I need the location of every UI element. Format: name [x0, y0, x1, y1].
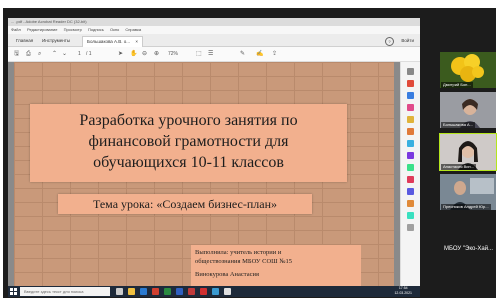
menu-edit[interactable]: Редактирование — [27, 27, 57, 32]
participant-tile[interactable]: Большакова А... — [440, 92, 496, 128]
acrobat-toolbar: 🖫 ⎙ ⌕ ⌃ ⌄ 1 / 1 ➤ ✋ ⊖ ⊕ 72% ⬚ ☰ ✎ ✍ ⇪ — [8, 47, 420, 62]
fill-sign-icon[interactable] — [407, 176, 414, 183]
fit-page-icon[interactable]: ⬚ — [196, 50, 202, 58]
zoom-in-icon[interactable]: ⊕ — [154, 50, 159, 58]
powerpoint-icon[interactable] — [188, 288, 195, 295]
subtitle-box: Тема урока: «Создаем бизнес-план» — [58, 194, 312, 214]
menu-window[interactable]: Окно — [110, 27, 119, 32]
participant-name: Пресняков Андрей Юр... — [441, 204, 491, 210]
next-page-icon[interactable]: ⌄ — [62, 50, 67, 58]
slide-title: Разработка урочного занятия по финансово… — [30, 110, 347, 173]
chrome-icon[interactable] — [224, 288, 231, 295]
video-call-frame: ... .pdf - Adobe Acrobat Reader DC (32-b… — [3, 8, 497, 298]
windows-start-icon[interactable] — [10, 288, 17, 295]
participant-tile[interactable]: Дмитрий Бон... — [440, 52, 496, 88]
menu-bar: Файл Редактирование Просмотр Подпись Окн… — [8, 26, 420, 34]
tab-home[interactable]: Главная — [12, 36, 37, 46]
redact-icon[interactable] — [407, 152, 414, 159]
tab-tools[interactable]: Инструменты — [38, 36, 74, 46]
close-icon[interactable]: × — [135, 39, 138, 44]
menu-help[interactable]: Справка — [125, 27, 141, 32]
app-icon[interactable] — [152, 288, 159, 295]
create-pdf-icon[interactable] — [407, 92, 414, 99]
combine-icon[interactable] — [407, 128, 414, 135]
window-title-bar: ... .pdf - Adobe Acrobat Reader DC (32-b… — [8, 18, 420, 26]
clock-date: 12.03.2021 — [394, 291, 412, 295]
document-viewer[interactable]: Разработка урочного занятия по финансово… — [8, 62, 400, 286]
author-line1: Выполнила: учитель истории и — [195, 249, 282, 256]
explorer-icon[interactable] — [128, 288, 135, 295]
protect-icon[interactable] — [407, 164, 414, 171]
menu-view[interactable]: Просмотр — [64, 27, 82, 32]
participant-name: Дмитрий Бон... — [441, 82, 473, 88]
window-title: ... .pdf - Adobe Acrobat Reader DC (32-b… — [11, 19, 87, 24]
participant-label: МБОУ "Эко-Хай... — [444, 246, 494, 252]
cursor-icon[interactable]: ➤ — [118, 50, 123, 58]
sign-icon[interactable]: ✍ — [256, 50, 263, 58]
zoom-icon[interactable] — [407, 68, 414, 75]
author-info: Выполнила: учитель истории и обществозна… — [195, 248, 360, 279]
zoom-level[interactable]: 72% — [168, 50, 178, 58]
task-view-icon[interactable] — [116, 288, 123, 295]
hand-icon[interactable]: ✋ — [130, 50, 137, 58]
signin-button[interactable]: Войти — [401, 36, 414, 46]
prev-page-icon[interactable]: ⌃ — [52, 50, 57, 58]
print-icon[interactable]: ⎙ — [26, 50, 31, 58]
word-icon[interactable] — [176, 288, 183, 295]
participant-name: Большакова А... — [441, 122, 476, 128]
page-total: / 1 — [86, 51, 92, 57]
title-box: Разработка урочного занятия по финансово… — [30, 104, 347, 182]
zoom-app-icon[interactable] — [212, 288, 219, 295]
save-icon[interactable]: 🖫 — [14, 50, 19, 58]
send-icon[interactable] — [407, 188, 414, 195]
acrobat-icon[interactable] — [200, 288, 207, 295]
author-line2: обществознания МБОУ СОШ №15 — [195, 258, 293, 265]
comment-icon[interactable]: ✎ — [240, 50, 245, 58]
tools-pane — [400, 62, 420, 286]
zoom-out-icon[interactable]: ⊖ — [142, 50, 147, 58]
scroll-mode-icon[interactable]: ☰ — [208, 50, 213, 58]
settings-icon[interactable] — [407, 224, 414, 231]
participant-tile-active[interactable]: Анастасия Вин... — [439, 133, 497, 171]
export-pdf-icon[interactable] — [407, 80, 414, 87]
slide-title-line1: Разработка урочного занятия по — [79, 112, 298, 129]
shared-screen: ... .pdf - Adobe Acrobat Reader DC (32-b… — [8, 18, 420, 297]
slide-page: Разработка урочного занятия по финансово… — [14, 62, 394, 286]
menu-sign[interactable]: Подпись — [88, 27, 104, 32]
compare-icon[interactable] — [407, 200, 414, 207]
page-current[interactable]: 1 — [78, 50, 81, 58]
author-line3: Винокурова Анастасия — [195, 271, 259, 278]
organize-icon[interactable] — [407, 140, 414, 147]
participant-tile[interactable]: Пресняков Андрей Юр... — [440, 174, 496, 210]
slide-title-line3: обучающихся 10-11 классов — [93, 154, 284, 171]
taskbar-clock[interactable]: 17:54 12.03.2021 — [394, 286, 412, 296]
browser-icon[interactable] — [140, 288, 147, 295]
author-box: Выполнила: учитель истории и обществозна… — [191, 245, 361, 286]
tab-document[interactable]: Большакова А.В. о... × — [82, 36, 143, 47]
tab-document-label: Большакова А.В. о... — [87, 39, 131, 44]
excel-icon[interactable] — [164, 288, 171, 295]
share-icon[interactable]: ⇪ — [272, 50, 277, 58]
more-tools-icon[interactable] — [407, 212, 414, 219]
slide-title-line2: финансовой грамотности для — [88, 133, 289, 150]
tab-bar: Главная Инструменты Большакова А.В. о...… — [8, 34, 420, 47]
windows-taskbar: Введите здесь текст для поиска 17:54 12.… — [8, 286, 420, 297]
search-icon[interactable]: ⌕ — [38, 50, 41, 58]
menu-file[interactable]: Файл — [11, 27, 21, 32]
comment-tool-icon[interactable] — [407, 116, 414, 123]
participant-name: Анастасия Вин... — [441, 164, 477, 170]
edit-pdf-icon[interactable] — [407, 104, 414, 111]
taskbar-search-input[interactable]: Введите здесь текст для поиска — [20, 287, 110, 296]
help-icon[interactable]: ? — [385, 37, 394, 46]
slide-subtitle: Тема урока: «Создаем бизнес-план» — [92, 197, 278, 211]
